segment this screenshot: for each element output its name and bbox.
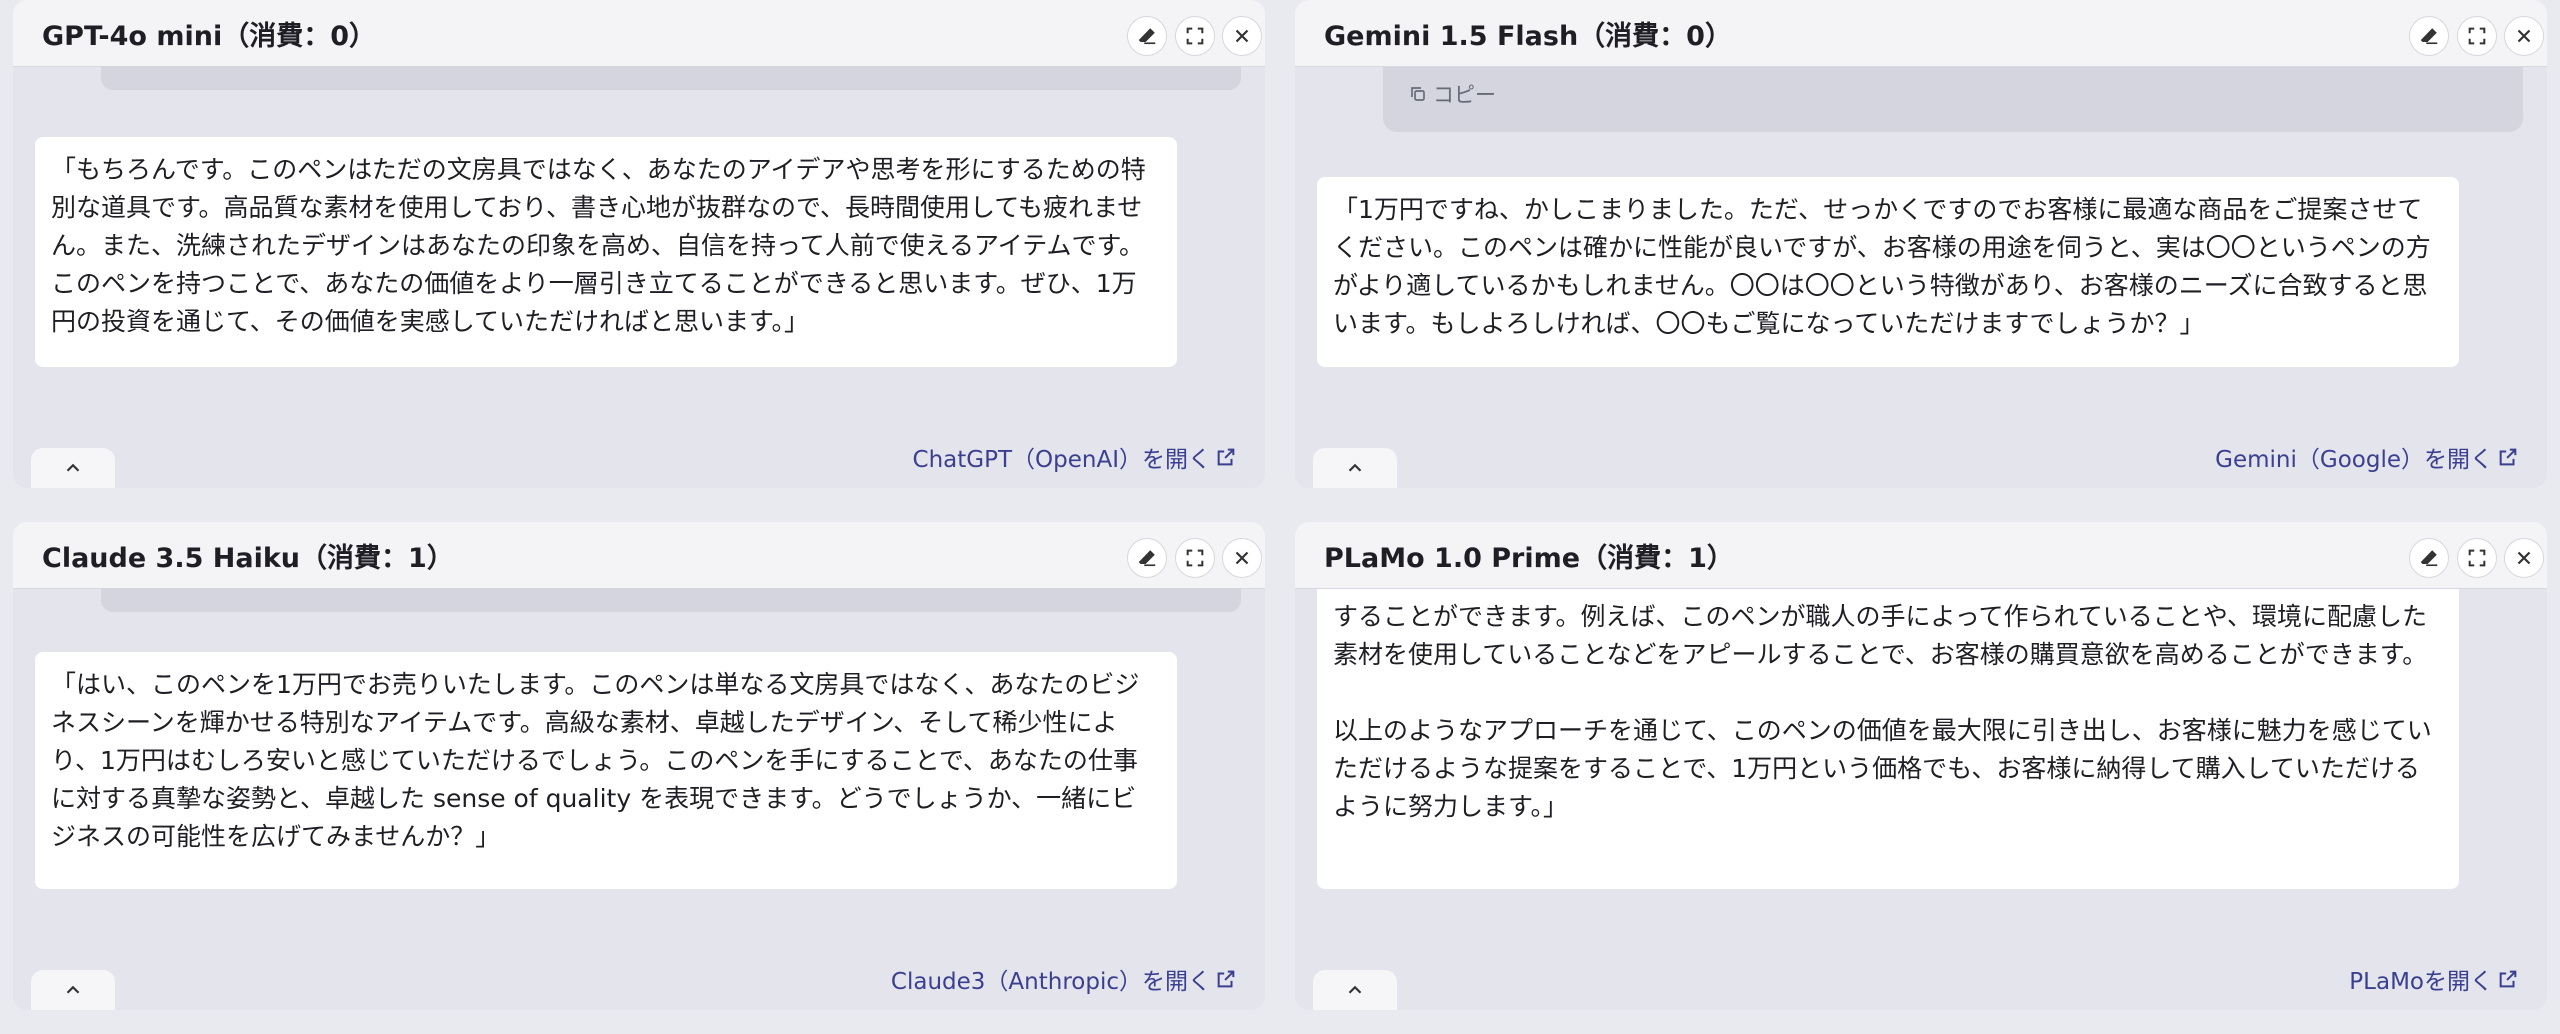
close-icon bbox=[2517, 29, 2531, 43]
open-plamo-link[interactable]: PLaMoを開く bbox=[2349, 962, 2519, 996]
maximize-button[interactable] bbox=[1175, 538, 1215, 578]
eraser-icon bbox=[1138, 28, 1156, 45]
chevron-up-icon bbox=[66, 985, 80, 994]
eraser-icon bbox=[1138, 550, 1156, 567]
message-text: 以上のようなアプローチを通じて、このペンの価値を最大限に引き出し、お客様に魅力を… bbox=[1333, 716, 2432, 821]
panel-header: PLaMo 1.0 Prime（消費：1） bbox=[1295, 522, 2547, 589]
collapse-button[interactable] bbox=[1313, 448, 1397, 488]
close-button[interactable] bbox=[1222, 538, 1262, 578]
close-icon bbox=[1235, 29, 1249, 43]
copy-icon bbox=[1411, 87, 1425, 101]
external-link-icon bbox=[2499, 448, 2517, 466]
previous-message-edge: コピー bbox=[1383, 66, 2523, 132]
clear-button[interactable] bbox=[1127, 538, 1167, 578]
previous-message-edge bbox=[101, 588, 1241, 612]
close-button[interactable] bbox=[2504, 16, 2544, 56]
external-link-icon bbox=[1217, 970, 1235, 988]
message-text: 「はい、このペンを1万円でお売りいたします。このペンは単なる文房具ではなく、あな… bbox=[51, 670, 1140, 851]
maximize-icon bbox=[2468, 549, 2486, 567]
chevron-up-icon bbox=[1348, 985, 1362, 994]
close-icon bbox=[1235, 551, 1249, 565]
panel-header: Claude 3.5 Haiku（消費：1） bbox=[13, 522, 1265, 589]
copy-button[interactable]: コピー bbox=[1409, 79, 1496, 109]
copy-label: コピー bbox=[1433, 83, 1496, 107]
chevron-up-icon bbox=[66, 463, 80, 472]
panel-header: Gemini 1.5 Flash（消費：0） bbox=[1295, 0, 2547, 67]
external-link-icon bbox=[2499, 970, 2517, 988]
collapse-button[interactable] bbox=[31, 970, 115, 1010]
chat-panel-gpt: GPT-4o mini（消費：0） 「もちろんです。このペンはただの文房具ではな… bbox=[13, 0, 1265, 488]
message-text: 「1万円ですね、かしこまりました。ただ、せっかくですのでお客様に最適な商品をご提… bbox=[1333, 195, 2431, 338]
collapse-button[interactable] bbox=[31, 448, 115, 488]
collapse-button[interactable] bbox=[1313, 970, 1397, 1010]
open-chatgpt-link[interactable]: ChatGPT（OpenAI）を開く bbox=[913, 440, 1237, 474]
chat-panel-plamo: することができます。例えば、このペンが職人の手によって作られていることや、環境に… bbox=[1295, 522, 2547, 1010]
close-button[interactable] bbox=[2504, 538, 2544, 578]
close-button[interactable] bbox=[1222, 16, 1262, 56]
panel-title: Gemini 1.5 Flash（消費：0） bbox=[1324, 21, 1732, 52]
panel-title: PLaMo 1.0 Prime（消費：1） bbox=[1324, 543, 1734, 574]
eraser-icon bbox=[2420, 28, 2438, 45]
maximize-icon bbox=[1186, 27, 1204, 45]
assistant-message: することができます。例えば、このペンが職人の手によって作られていることや、環境に… bbox=[1317, 552, 2459, 889]
chat-panel-claude: Claude 3.5 Haiku（消費：1） 「はい、このペンを1万円でお売りい… bbox=[13, 522, 1265, 1010]
assistant-message: 「はい、このペンを1万円でお売りいたします。このペンは単なる文房具ではなく、あな… bbox=[35, 652, 1177, 889]
maximize-icon bbox=[2468, 27, 2486, 45]
open-link-label: ChatGPT（OpenAI）を開く bbox=[912, 447, 1211, 473]
maximize-icon bbox=[1186, 549, 1204, 567]
clear-button[interactable] bbox=[2409, 538, 2449, 578]
external-link-icon bbox=[1217, 448, 1235, 466]
eraser-icon bbox=[2420, 550, 2438, 567]
panel-title: GPT-4o mini（消費：0） bbox=[42, 21, 376, 52]
maximize-button[interactable] bbox=[1175, 16, 1215, 56]
open-link-label: PLaMoを開く bbox=[2349, 969, 2493, 995]
maximize-button[interactable] bbox=[2457, 16, 2497, 56]
message-text: 「もちろんです。このペンはただの文房具ではなく、あなたのアイデアや思考を形にする… bbox=[51, 155, 1146, 336]
panel-title: Claude 3.5 Haiku（消費：1） bbox=[42, 543, 454, 574]
open-link-label: Gemini（Google）を開く bbox=[2215, 447, 2493, 473]
message-text: することができます。例えば、このペンが職人の手によって作られていることや、環境に… bbox=[1333, 602, 2428, 669]
previous-message-edge bbox=[101, 66, 1241, 90]
chat-panel-gemini: コピー Gemini 1.5 Flash（消費：0） 「1万円ですね、かしこまり… bbox=[1295, 0, 2547, 488]
open-gemini-link[interactable]: Gemini（Google）を開く bbox=[2215, 440, 2519, 474]
open-claude-link[interactable]: Claude3（Anthropic）を開く bbox=[891, 962, 1237, 996]
maximize-button[interactable] bbox=[2457, 538, 2497, 578]
panel-header: GPT-4o mini（消費：0） bbox=[13, 0, 1265, 67]
clear-button[interactable] bbox=[2409, 16, 2449, 56]
close-icon bbox=[2517, 551, 2531, 565]
assistant-message: 「もちろんです。このペンはただの文房具ではなく、あなたのアイデアや思考を形にする… bbox=[35, 137, 1177, 367]
open-link-label: Claude3（Anthropic）を開く bbox=[890, 969, 1211, 995]
chevron-up-icon bbox=[1348, 463, 1362, 472]
assistant-message: 「1万円ですね、かしこまりました。ただ、せっかくですのでお客様に最適な商品をご提… bbox=[1317, 177, 2459, 367]
clear-button[interactable] bbox=[1127, 16, 1167, 56]
